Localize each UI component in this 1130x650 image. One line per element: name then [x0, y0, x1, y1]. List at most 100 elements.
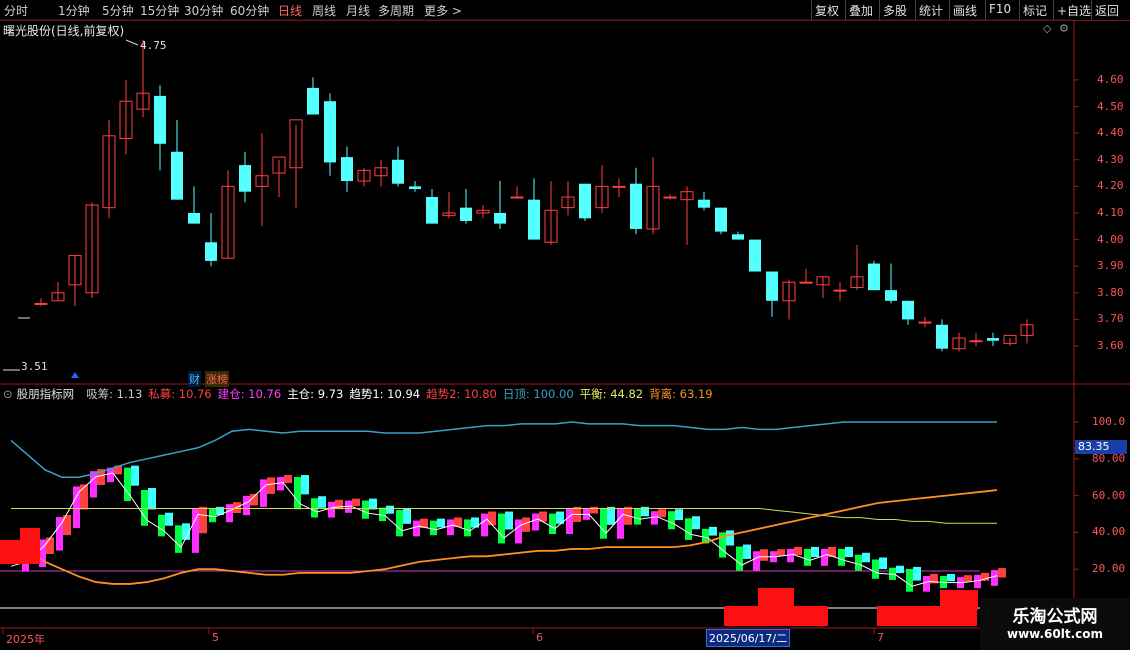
trend-stripe [328, 501, 335, 518]
trend-stripe [855, 554, 862, 571]
trend-stripe-alt [947, 573, 955, 582]
x-axis-label: 2025年 [6, 633, 45, 646]
candle-body-down [698, 199, 710, 208]
trend-stripe [532, 513, 539, 531]
trend-stripe [396, 510, 403, 537]
trend-stripe-alt [267, 477, 275, 494]
candle-body-down [205, 242, 217, 261]
low-price-marker: 3.51 [21, 360, 48, 373]
high-price-marker: 4.75 [140, 39, 167, 52]
trend-stripe [430, 520, 437, 536]
x-axis-label: 5 [212, 631, 219, 644]
trend-stripe [549, 513, 556, 535]
indicator-value: 趋势1: 10.94 [349, 387, 421, 401]
ri-ding-line [10, 421, 997, 478]
trend-stripe [566, 508, 573, 535]
candle-body-down [579, 183, 591, 219]
trend-stripe-alt [352, 498, 360, 506]
trend-stripe [175, 525, 182, 553]
trend-stripe-alt [879, 557, 887, 570]
indicator-toggle-icon[interactable]: ⊙ [3, 387, 13, 401]
indicator-value: 吸筹: 1.13 [86, 387, 143, 401]
current-value-tag: 83.35 [1075, 440, 1127, 454]
trend-stripe [481, 513, 488, 537]
candle-body-down [528, 199, 540, 240]
price-axis-label: 4.00 [1097, 232, 1124, 246]
candle-body-down [885, 290, 897, 301]
trend-stripe-alt [301, 475, 309, 495]
trend-stripe-alt [131, 465, 139, 486]
trend-stripe-alt [845, 546, 853, 558]
candle-body-down [341, 157, 353, 182]
watermark-url: www.60lt.com [1006, 627, 1104, 641]
trend-stripe [923, 575, 930, 592]
trend-stripe-alt [488, 511, 496, 526]
accumulation-block [0, 540, 40, 564]
trend-stripe-alt [590, 506, 598, 514]
indicator-value: 背离: 63.19 [649, 387, 713, 401]
candle-body-up [833, 289, 847, 292]
candle-body-down [749, 239, 761, 272]
candle-body-down [324, 101, 336, 163]
candle-body-down [868, 263, 880, 291]
kline-chart[interactable] [0, 0, 1130, 650]
x-axis-label: 7 [877, 631, 884, 644]
trend-stripe-alt [675, 509, 683, 521]
trend-stripe-alt [318, 496, 326, 508]
trend-stripe [362, 500, 369, 519]
price-axis-label: 4.40 [1097, 126, 1124, 140]
indicator-axis-label: 40.00 [1092, 525, 1126, 539]
candle-body-up [969, 340, 983, 343]
trend-stripe-alt [199, 506, 207, 534]
trend-stripe [294, 477, 301, 510]
indicator-value: 日顶: 100.00 [502, 387, 574, 401]
indicator-axis-label: 100.0 [1092, 415, 1126, 428]
price-axis-label: 3.60 [1097, 339, 1124, 353]
accumulation-block [940, 590, 978, 610]
event-arrow-icon [71, 372, 79, 378]
trend-stripe-alt [692, 516, 700, 530]
candle-body-down [426, 197, 438, 224]
candle-body-up [663, 196, 677, 199]
candle-body-down [987, 338, 999, 341]
selected-date: 2025/06/17/二 [706, 629, 791, 647]
trend-stripe-alt [743, 544, 751, 559]
trend-stripe [804, 548, 811, 566]
trend-stripe [464, 519, 471, 537]
trend-stripe [753, 551, 760, 571]
indicator-value: 主仓: 9.73 [287, 387, 344, 401]
event-tag[interactable]: 涨榜 [205, 371, 229, 387]
candle-body-down [460, 207, 472, 221]
watermark-title: 乐淘公式网 [1012, 607, 1098, 627]
trend-stripe-alt [862, 552, 870, 563]
trend-stripe-alt [403, 508, 411, 524]
price-axis-label: 3.70 [1097, 312, 1124, 326]
trend-stripe [39, 539, 46, 567]
candle-body-down [630, 183, 642, 229]
trend-stripe [260, 479, 267, 507]
trend-stripe-alt [998, 568, 1006, 578]
trend-stripe [617, 508, 624, 539]
trend-stripe-alt [437, 518, 445, 528]
candle-body-up [612, 185, 626, 188]
trend-stripe-alt [148, 488, 156, 510]
price-axis-label: 4.20 [1097, 179, 1124, 193]
trend-stripe-alt [46, 537, 54, 554]
trend-stripe [447, 519, 454, 536]
watermark: 乐淘公式网 www.60lt.com [980, 598, 1130, 650]
candle-body-down [494, 212, 506, 224]
trend-stripe-alt [760, 549, 768, 561]
trend-stripe [311, 498, 318, 518]
candle-body-up [510, 196, 524, 199]
candle-body-up [918, 321, 932, 324]
trend-stripe [413, 520, 420, 537]
trend-stripe-alt [335, 499, 343, 510]
candle-body-up [799, 281, 813, 284]
candle-body-down [715, 207, 727, 232]
price-axis-label: 3.90 [1097, 259, 1124, 273]
price-axis-label: 4.60 [1097, 72, 1124, 86]
event-tag[interactable]: 财 [188, 371, 201, 387]
trend-stripe [243, 495, 250, 516]
candle-body-down [766, 271, 778, 301]
trend-stripe [821, 548, 828, 566]
